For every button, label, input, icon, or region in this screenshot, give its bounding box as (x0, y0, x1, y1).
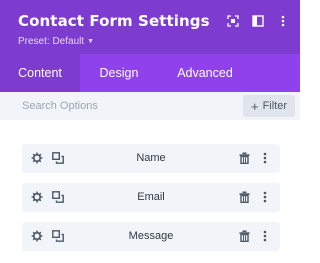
settings-panel: Contact Form Settings Preset: Default ▼ (0, 0, 300, 263)
field-row-name[interactable]: Name (22, 144, 280, 173)
sidebar-layout-icon[interactable] (251, 14, 265, 28)
focus-icon[interactable] (226, 14, 240, 28)
panel-title: Contact Form Settings (18, 12, 210, 30)
panel-header: Contact Form Settings Preset: Default ▼ (0, 0, 300, 54)
more-vertical-icon[interactable] (258, 151, 271, 164)
filter-button[interactable]: + Filter (243, 95, 295, 117)
search-bar: + Filter (0, 92, 300, 120)
field-row-message[interactable]: Message (22, 222, 280, 251)
plus-icon: + (250, 98, 259, 114)
tab-design[interactable]: Design (80, 54, 158, 92)
tab-bar: Content Design Advanced (0, 54, 300, 92)
field-list: Name Email Message (22, 144, 280, 261)
preset-selector[interactable]: Preset: Default ▼ (18, 36, 94, 47)
tab-advanced[interactable]: Advanced (158, 54, 252, 92)
filter-label: Filter (262, 100, 288, 112)
preset-label: Preset: Default (18, 36, 85, 47)
more-vertical-icon[interactable] (258, 190, 271, 203)
trash-icon[interactable] (238, 190, 251, 203)
search-input[interactable] (0, 92, 220, 120)
tab-content[interactable]: Content (0, 54, 80, 92)
trash-icon[interactable] (238, 151, 251, 164)
trash-icon[interactable] (238, 229, 251, 242)
caret-down-icon: ▼ (87, 38, 95, 45)
more-vertical-icon[interactable] (258, 229, 271, 242)
field-row-email[interactable]: Email (22, 183, 280, 212)
more-vertical-icon[interactable] (276, 14, 290, 28)
